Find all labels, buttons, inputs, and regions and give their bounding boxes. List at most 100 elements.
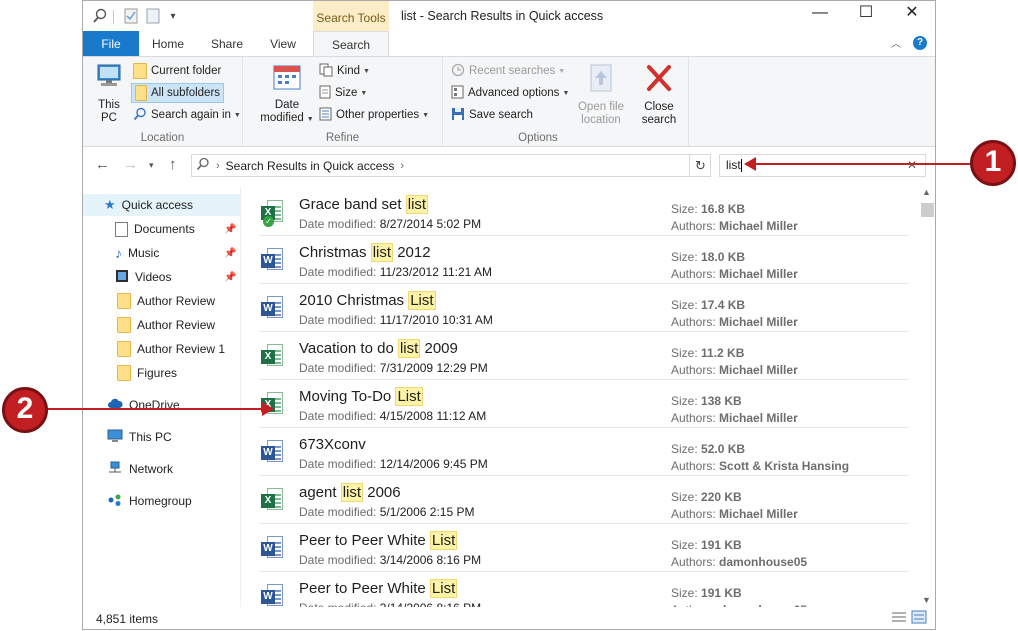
table-row[interactable]: W 2010 Christmas List Date modified: 11/17…: [259, 284, 909, 332]
magnifier-icon[interactable]: [91, 7, 109, 25]
save-search-label: Save search: [469, 109, 533, 121]
file-date: Date modified: 8/27/2014 5:02 PM: [299, 217, 481, 231]
nav-item-folder[interactable]: Author Review 1: [117, 338, 225, 360]
callout-1: 1: [970, 140, 1016, 186]
search-tools-context-tab: Search Tools: [313, 1, 389, 31]
close-button[interactable]: ✕: [889, 1, 935, 29]
table-row[interactable]: WPeer to Peer White ListDate modified: 3…: [259, 524, 909, 572]
pin-icon[interactable]: 📌: [224, 224, 236, 235]
nav-item-videos[interactable]: Videos 📌: [115, 266, 241, 288]
size-label: Size:: [671, 586, 698, 600]
refresh-icon[interactable]: ↻: [689, 155, 711, 176]
kind-button[interactable]: Kind ▼: [319, 61, 370, 81]
title-bar: ▾ Search Tools list - Search Results in …: [83, 1, 935, 31]
date-label: Date modified:: [299, 505, 377, 519]
size-button[interactable]: Size ▼: [319, 83, 367, 103]
file-name[interactable]: 2010 Christmas List: [299, 291, 436, 310]
current-folder-button[interactable]: Current folder: [133, 61, 221, 81]
file-name[interactable]: Christmas list 2012: [299, 243, 431, 262]
table-row[interactable]: X Vacation to do list 2009 Date modified: …: [259, 332, 909, 380]
forward-arrow-icon[interactable]: →: [123, 156, 138, 173]
size-label: Size: [335, 87, 358, 99]
table-row[interactable]: WPeer to Peer White ListDate modified: 3…: [259, 572, 909, 607]
file-name[interactable]: Peer to Peer White List: [299, 579, 458, 598]
file-name[interactable]: Vacation to do list 2009: [299, 339, 458, 358]
date-label: Date modified:: [299, 553, 377, 567]
up-arrow-icon[interactable]: ↑: [169, 156, 177, 173]
this-pc-button[interactable]: This PC: [89, 63, 129, 125]
search-results-list: X ✓ Grace band set list Date modified: 8/27…: [243, 187, 918, 607]
ribbon-controls: ︿ ?: [891, 35, 927, 50]
close-search-button[interactable]: Close search: [639, 63, 679, 127]
scroll-down-icon[interactable]: ▼: [922, 595, 931, 605]
back-arrow-icon[interactable]: ←: [95, 156, 110, 173]
save-search-button[interactable]: Save search: [451, 105, 533, 125]
scroll-thumb[interactable]: [921, 203, 934, 217]
nav-item-onedrive[interactable]: OneDrive: [107, 394, 180, 416]
customize-qat-icon[interactable]: ▾: [167, 7, 179, 25]
address-bar[interactable]: › Search Results in Quick access ›: [191, 154, 711, 177]
advanced-options-button[interactable]: Advanced options ▼: [451, 83, 569, 103]
table-row[interactable]: X Moving To-Do List Date modified: 4/15/20…: [259, 380, 909, 428]
nav-item-music[interactable]: ♪ Music 📌: [115, 242, 241, 264]
other-properties-button[interactable]: Other properties ▼: [319, 105, 429, 125]
tab-search[interactable]: Search: [313, 31, 389, 57]
file-name[interactable]: Peer to Peer White List: [299, 531, 458, 550]
date-modified-button[interactable]: Date modified ▼: [257, 63, 317, 126]
all-subfolders-button[interactable]: All subfolders: [131, 83, 225, 103]
size-label: Size:: [671, 298, 698, 312]
minimize-button[interactable]: —: [797, 1, 843, 29]
date-value: 8/27/2014 5:02 PM: [379, 217, 482, 231]
date-value: 3/14/2006 8:16 PM: [379, 553, 482, 567]
file-name-text: agent: [299, 484, 341, 501]
details-view-icon[interactable]: [891, 610, 907, 627]
size-value: 191 KB: [701, 538, 742, 552]
file-authors: Authors: Michael Miller: [671, 363, 798, 377]
vertical-scrollbar[interactable]: ▲ ▼: [919, 187, 935, 607]
recent-searches-button[interactable]: Recent searches ▼: [451, 61, 565, 81]
pin-icon[interactable]: 📌: [224, 272, 236, 283]
nav-item-this-pc[interactable]: This PC: [107, 426, 172, 448]
date-value: 11/23/2012 11:21 AM: [379, 265, 493, 279]
maximize-button[interactable]: ☐: [843, 1, 889, 29]
nav-item-documents[interactable]: Documents 📌: [115, 218, 241, 240]
table-row[interactable]: W 673Xconv Date modified: 12/14/2006 9:45 …: [259, 428, 909, 476]
breadcrumb-path[interactable]: Search Results in Quick access: [226, 159, 395, 173]
callout-1-line: [754, 163, 974, 165]
nav-item-homegroup[interactable]: Homegroup: [107, 490, 192, 512]
open-file-location-button[interactable]: Open file location: [573, 63, 629, 127]
word-document-icon: W: [261, 296, 283, 322]
nav-item-folder[interactable]: Figures: [117, 362, 177, 384]
nav-item-network[interactable]: Network: [107, 458, 173, 480]
file-name[interactable]: Grace band set list: [299, 195, 429, 214]
size-value: 18.0 KB: [701, 250, 746, 264]
new-folder-icon[interactable]: [145, 7, 161, 25]
table-row[interactable]: X ✓ Grace band set list Date modified: 8/27…: [259, 188, 909, 236]
nav-item-quick-access[interactable]: ★ Quick access: [83, 194, 240, 216]
clear-search-icon[interactable]: ✕: [907, 155, 917, 176]
properties-icon[interactable]: [123, 7, 139, 25]
table-row[interactable]: W Christmas list 2012 Date modified: 11/23…: [259, 236, 909, 284]
search-again-button[interactable]: Search again in ▼: [133, 105, 241, 125]
nav-item-folder[interactable]: Author Review: [117, 290, 215, 312]
content-view-icon[interactable]: [911, 610, 927, 627]
tab-share[interactable]: Share: [201, 31, 253, 56]
folder-icon: [117, 317, 131, 333]
pin-icon[interactable]: 📌: [224, 248, 236, 259]
file-name[interactable]: Moving To-Do List: [299, 387, 423, 406]
file-name[interactable]: 673Xconv: [299, 436, 366, 453]
file-name[interactable]: agent list 2006: [299, 483, 401, 502]
tab-file[interactable]: File: [83, 31, 139, 56]
help-icon[interactable]: ?: [913, 35, 927, 50]
size-label: Size:: [671, 202, 698, 216]
tab-home[interactable]: Home: [143, 31, 193, 56]
nav-item-folder[interactable]: Author Review: [117, 314, 215, 336]
author-value: Michael Miller: [719, 315, 798, 329]
table-row[interactable]: Xagent list 2006 Date modified: 5/1/2006 …: [259, 476, 909, 524]
scroll-up-icon[interactable]: ▲: [922, 187, 931, 197]
current-folder-label: Current folder: [151, 65, 222, 77]
recent-locations-icon[interactable]: ▾: [149, 160, 154, 171]
collapse-ribbon-icon[interactable]: ︿: [891, 35, 901, 50]
tab-view[interactable]: View: [259, 31, 307, 56]
location-group-label: Location: [140, 132, 185, 144]
